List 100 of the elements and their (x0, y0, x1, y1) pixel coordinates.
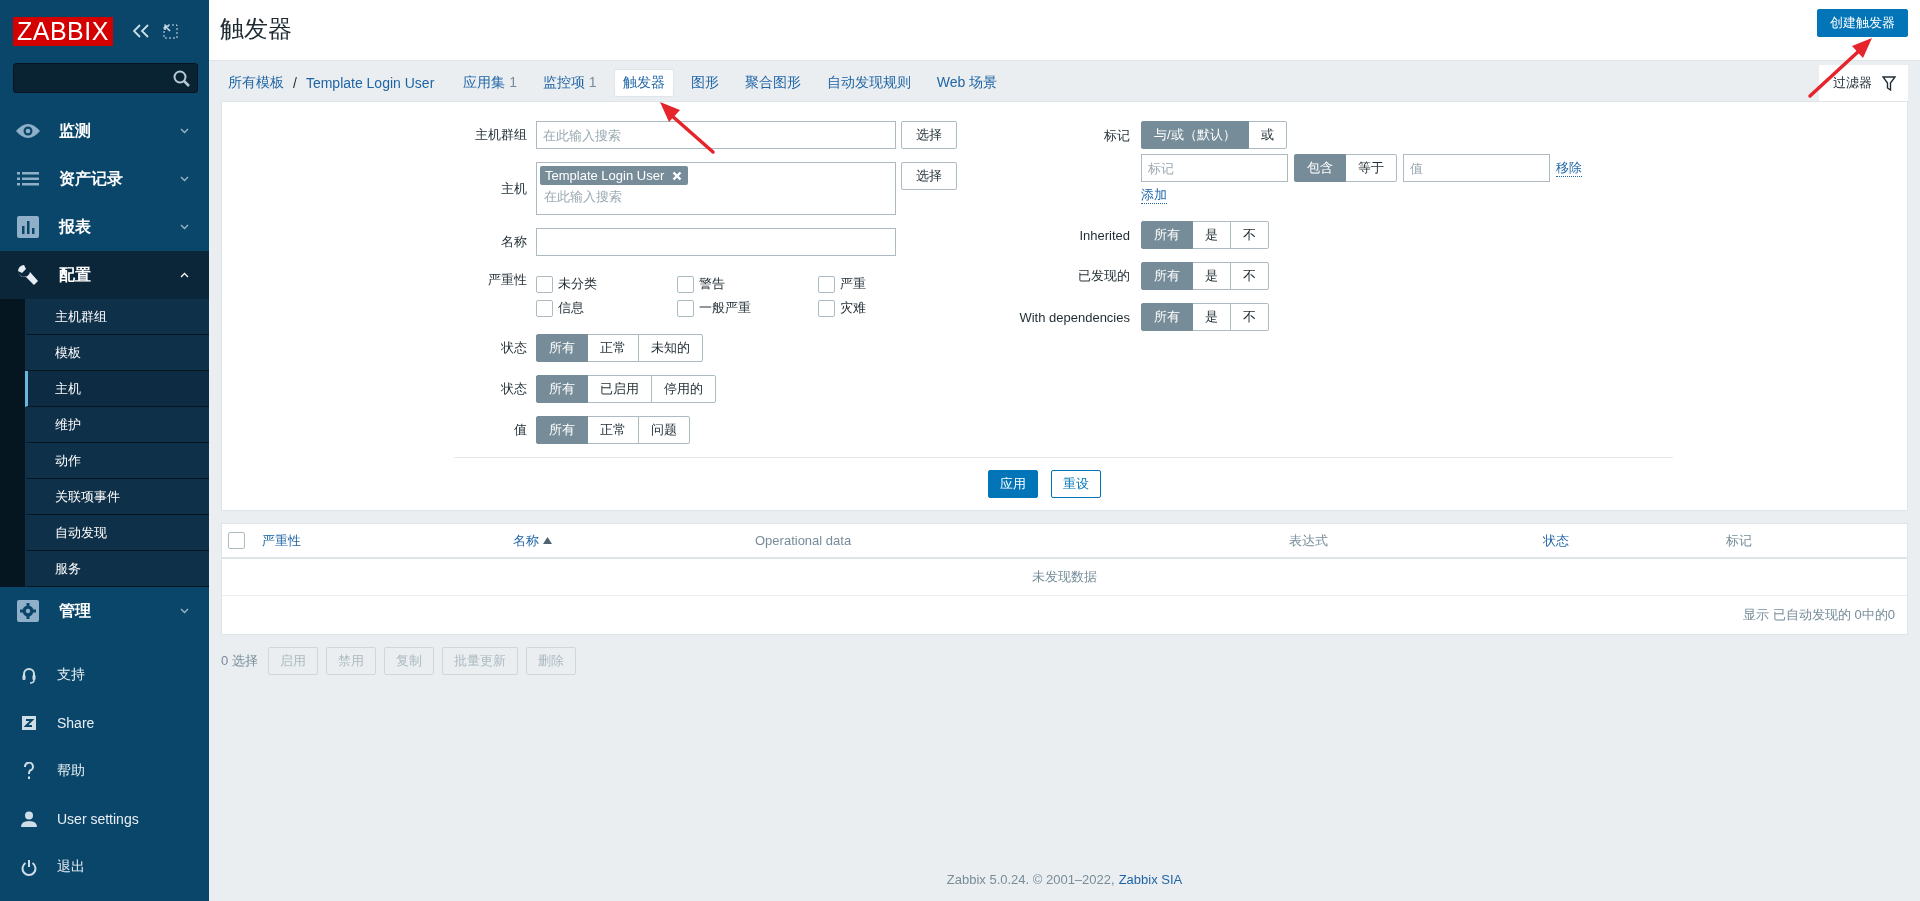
checkbox-option[interactable]: 灾难 (818, 299, 959, 317)
segment-option[interactable]: 等于 (1345, 154, 1397, 182)
chevron-down-icon (180, 224, 189, 230)
segment-option[interactable]: 正常 (587, 416, 639, 444)
breadcrumb-link[interactable]: 所有模板 (222, 74, 290, 92)
gear-icon (15, 600, 41, 622)
checkbox[interactable] (677, 299, 694, 317)
field-label: 已发现的 (1077, 267, 1130, 285)
filter-tab[interactable]: 过滤器 (1819, 65, 1908, 101)
sidebar-link[interactable]: 支持 (0, 651, 209, 699)
select-button[interactable]: 选择 (901, 121, 957, 149)
sidebar-link[interactable]: 退出 (0, 843, 209, 891)
segment-option[interactable]: 正常 (587, 334, 639, 362)
submenu-item[interactable]: 主机群组 (25, 299, 209, 335)
chevron-down-icon (180, 176, 189, 182)
menu-item[interactable]: 配置 (0, 251, 209, 299)
segment-option[interactable]: 不 (1230, 221, 1269, 249)
segment-option[interactable]: 是 (1192, 262, 1231, 290)
apply-button[interactable]: 应用 (988, 470, 1038, 498)
nav-tab[interactable]: 触发器 (613, 69, 674, 97)
submenu-item[interactable]: 主机 (25, 371, 209, 407)
column-header: Operational data (755, 533, 852, 548)
segment-option[interactable]: 问题 (638, 416, 690, 444)
reset-button[interactable]: 重设 (1051, 470, 1101, 498)
checkbox[interactable] (677, 275, 694, 293)
chevron-down-icon (180, 128, 189, 134)
checkbox[interactable] (536, 299, 553, 317)
nav-tab[interactable]: 聚合图形 (735, 69, 810, 97)
nav-tab[interactable]: 监控项 1 (534, 69, 606, 97)
input-field[interactable] (536, 228, 896, 256)
nav-tab[interactable]: 图形 (681, 69, 728, 97)
tag-field[interactable]: 标记 (1141, 154, 1288, 182)
annotation-arrow (1808, 38, 1872, 98)
list-icon (15, 172, 41, 186)
user-icon (20, 811, 38, 827)
bar-chart-icon (15, 216, 41, 238)
headset-icon (20, 666, 38, 684)
share-logo-icon (20, 716, 38, 730)
footer-link[interactable]: Zabbix SIA (1118, 871, 1183, 887)
checkbox-option[interactable]: 严重 (818, 275, 959, 293)
collapse-icon[interactable] (132, 24, 149, 38)
field-label: 状态 (500, 380, 527, 398)
input-field[interactable]: 在此输入搜索 (536, 121, 896, 149)
sidebar-link-label: 支持 (57, 666, 85, 684)
segment-option[interactable]: 未知的 (638, 334, 703, 362)
search-field[interactable] (13, 63, 198, 93)
menu-label: 监测 (59, 120, 92, 141)
zabbix-logo[interactable]: ZABBIX (13, 16, 113, 46)
submenu-item[interactable]: 自动发现 (25, 515, 209, 551)
add-link[interactable]: 添加 (1141, 187, 1167, 204)
menu-item[interactable]: 监测 (0, 107, 209, 155)
nav-tab[interactable]: Web 场景 (927, 69, 1007, 97)
kiosk-mode-icon[interactable] (162, 23, 178, 39)
checkbox-option[interactable]: 一般严重 (677, 299, 818, 317)
checkbox[interactable] (536, 275, 553, 293)
breadcrumb-separator: / (292, 75, 298, 91)
select-button[interactable]: 选择 (901, 162, 957, 190)
checkbox-option[interactable]: 警告 (677, 275, 818, 293)
value-field[interactable]: 值 (1403, 154, 1550, 182)
submenu-item[interactable]: 关联项事件 (25, 479, 209, 515)
sidebar-link[interactable]: 帮助 (0, 747, 209, 795)
field-label: 值 (513, 421, 527, 439)
sidebar-link-label: 退出 (57, 858, 85, 876)
segment-option[interactable]: 或 (1247, 121, 1287, 149)
submenu-item[interactable]: 模板 (25, 335, 209, 371)
segment-option[interactable]: 已启用 (587, 375, 652, 403)
eye-icon (15, 123, 41, 139)
sidebar-link[interactable]: User settings (0, 795, 209, 843)
remove-link[interactable]: 移除 (1556, 159, 1582, 177)
create-trigger-button[interactable]: 创建触发器 (1817, 9, 1908, 37)
checkbox[interactable] (818, 299, 835, 317)
breadcrumb-link[interactable]: Template Login User (299, 75, 441, 91)
menu-item[interactable]: 报表 (0, 203, 209, 251)
submenu-item[interactable]: 维护 (25, 407, 209, 443)
segment-option[interactable]: 不 (1230, 262, 1269, 290)
sidebar-link[interactable]: Share (0, 699, 209, 747)
checkbox[interactable] (818, 275, 835, 293)
segment-option[interactable]: 是 (1192, 221, 1231, 249)
nav-tab[interactable]: 自动发现规则 (817, 69, 920, 97)
segment-option[interactable]: 不 (1230, 303, 1269, 331)
nav-tab[interactable]: 应用集 1 (454, 69, 526, 97)
submenu-item[interactable]: 服务 (25, 551, 209, 587)
checkbox-option[interactable]: 未分类 (536, 275, 677, 293)
checkbox-option[interactable]: 信息 (536, 299, 677, 317)
menu-item[interactable]: 管理 (0, 587, 209, 635)
menu-item[interactable]: 资产记录 (0, 155, 209, 203)
page-title: 触发器 (220, 13, 292, 44)
menu-label: 管理 (59, 600, 92, 621)
filter-icon (1882, 75, 1896, 91)
sortable-column-header[interactable]: 严重性 (262, 531, 301, 550)
power-icon (20, 858, 38, 876)
segment-option[interactable]: 停用的 (651, 375, 716, 403)
column-header: 标记 (1726, 531, 1752, 550)
remove-icon[interactable] (672, 170, 683, 181)
wrench-icon (15, 264, 41, 286)
select-all-checkbox[interactable] (228, 532, 245, 549)
submenu-item[interactable]: 动作 (25, 443, 209, 479)
sortable-column-header[interactable]: 名称 (513, 531, 539, 550)
segment-option[interactable]: 是 (1192, 303, 1231, 331)
sortable-column-header[interactable]: 状态 (1543, 531, 1569, 550)
